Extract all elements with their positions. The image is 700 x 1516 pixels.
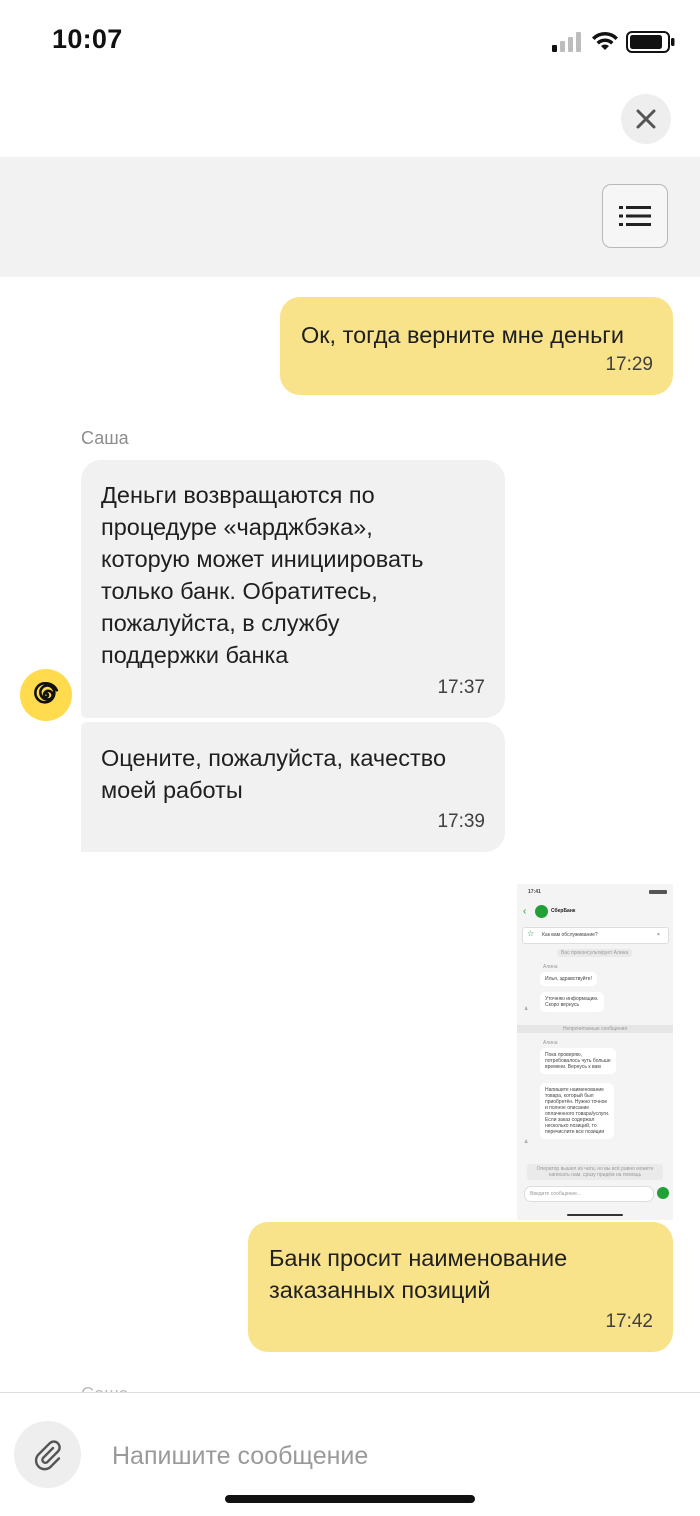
thumb-status-time: 17:41 [528, 889, 541, 895]
wifi-icon [592, 31, 618, 50]
message-time: 17:29 [605, 354, 653, 375]
thumb-message: Напишите наименование товара, который бы… [540, 1083, 615, 1139]
paperclip-icon [34, 1439, 61, 1470]
sender-name: Саша [81, 428, 129, 448]
incoming-message[interactable]: Оцените, пожалуйста, качество моей работ… [81, 722, 505, 852]
incoming-message[interactable]: Деньги возвращаются по процедуре «чарджб… [81, 460, 505, 718]
close-icon [636, 109, 656, 129]
thumb-sber-logo [535, 905, 548, 918]
thumb-message: Пока проверяю, потребовалось чуть больше… [540, 1048, 616, 1074]
list-menu-icon [619, 206, 651, 226]
message-time: 17:39 [437, 811, 485, 832]
outgoing-message[interactable]: Ок, тогда верните мне деньги 17:29 [280, 297, 673, 395]
message-composer [0, 1392, 700, 1516]
chat-toolbar [0, 157, 700, 277]
thumb-agent-icon: ♟ [524, 1006, 529, 1012]
thumb-title: СберБанк [551, 908, 576, 914]
thumb-system-note: Вас проконсультирует Алина [557, 949, 633, 957]
thumb-rating-prompt: Как вам обслуживание? [542, 932, 598, 938]
thumb-agent-icon: ♟ [524, 1139, 529, 1145]
outgoing-message[interactable]: Банк просит наименование заказанных пози… [248, 1222, 673, 1352]
thumb-unread-divider: Непрочитанные сообщения [517, 1025, 673, 1033]
cellular-signal-icon [552, 32, 581, 52]
thumb-input-placeholder: Введите сообщение... [530, 1191, 582, 1197]
thumb-home-indicator [567, 1214, 623, 1216]
battery-icon [626, 31, 675, 53]
image-attachment[interactable]: 17:41 ‹ СберБанк ☆ Как вам обслуживание?… [517, 884, 673, 1220]
thumb-footer-note: Оператор вышел из чата, но вы всё равно … [527, 1164, 663, 1180]
spiral-logo-icon [34, 681, 59, 704]
thumb-message: Илья, здравствуйте! [540, 972, 597, 986]
message-text: Банк просит наименование заказанных пози… [269, 1245, 568, 1303]
message-text: Ок, тогда верните мне деньги [301, 322, 625, 348]
home-indicator [225, 1495, 475, 1503]
menu-button[interactable] [602, 184, 668, 248]
status-time: 10:07 [52, 24, 123, 54]
message-input[interactable] [110, 1433, 674, 1479]
thumb-agent-name: Алина [543, 1040, 558, 1046]
thumb-rating-close: × [657, 932, 660, 938]
thumb-message: Уточняю информацию. Скоро вернусь [540, 992, 604, 1012]
message-time: 17:42 [605, 1311, 653, 1332]
attach-button[interactable] [14, 1421, 81, 1488]
sender-name-partial: Саша [81, 1384, 129, 1392]
message-text: Оцените, пожалуйста, качество моей работ… [101, 745, 447, 803]
thumb-status-icons [649, 890, 667, 894]
operator-avatar [20, 669, 72, 721]
thumb-back-icon: ‹ [523, 906, 527, 917]
close-button[interactable] [621, 94, 671, 144]
thumb-star-icon: ☆ [527, 929, 535, 938]
thumb-agent-name: Алина [543, 964, 558, 970]
status-bar: 10:07 [0, 0, 700, 84]
thumb-send-icon [657, 1187, 669, 1199]
message-time: 17:37 [437, 677, 485, 698]
message-text: Деньги возвращаются по процедуре «чарджб… [101, 482, 424, 668]
